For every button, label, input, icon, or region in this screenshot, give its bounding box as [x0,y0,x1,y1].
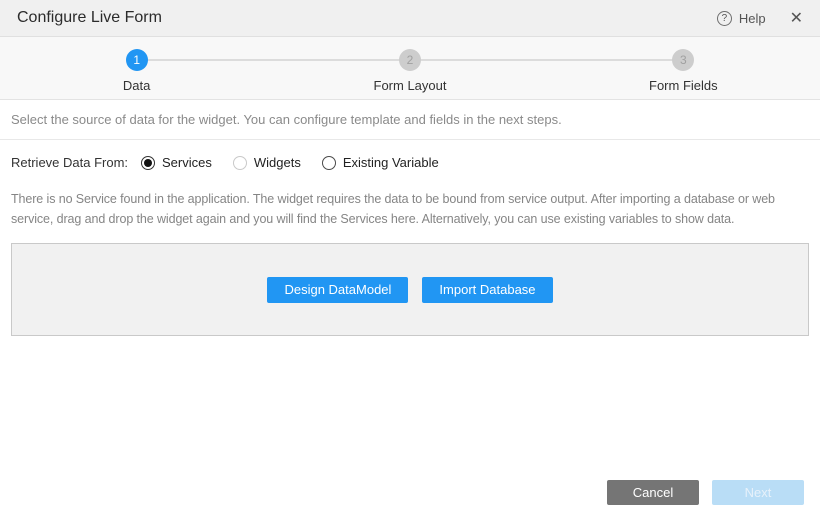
radio-widgets-label: Widgets [254,155,301,170]
step-form-layout[interactable]: 2 Form Layout [273,49,546,99]
retrieve-data-label: Retrieve Data From: [11,155,141,170]
close-icon[interactable]: ✕ [790,8,803,28]
header-actions: ? Help ✕ [717,8,803,28]
step-form-fields[interactable]: 3 Form Fields [547,49,820,99]
dialog-footer: Cancel Next [607,480,804,505]
step-2-label: Form Layout [374,78,447,93]
radio-existing-variable-icon[interactable] [322,156,336,170]
cancel-button[interactable]: Cancel [607,480,699,505]
next-button[interactable]: Next [712,480,804,505]
radio-services-selected-icon[interactable] [141,156,155,170]
design-datamodel-button[interactable]: Design DataModel [267,277,408,303]
radio-existing-variable-label: Existing Variable [343,155,439,170]
dialog-title: Configure Live Form [17,9,717,27]
data-source-radio-group: Services Widgets Existing Variable [141,155,439,170]
step-2-circle: 2 [399,49,421,71]
radio-widgets-disabled-icon [233,156,247,170]
help-link[interactable]: Help [739,11,766,26]
radio-option-services[interactable]: Services [141,155,212,170]
import-database-button[interactable]: Import Database [422,277,552,303]
no-service-message: There is no Service found in the applica… [11,189,809,229]
step-1-circle: 1 [126,49,148,71]
radio-option-existing-variable[interactable]: Existing Variable [322,155,439,170]
help-icon[interactable]: ? [717,11,732,26]
wizard-stepper: 1 Data 2 Form Layout 3 Form Fields [0,37,820,100]
radio-option-widgets: Widgets [233,155,301,170]
radio-services-label: Services [162,155,212,170]
retrieve-data-row: Retrieve Data From: Services Widgets Exi… [0,140,820,170]
step-data[interactable]: 1 Data [0,49,273,99]
configure-live-form-dialog: Configure Live Form ? Help ✕ 1 Data 2 Fo… [0,0,820,521]
instruction-text: Select the source of data for the widget… [0,100,820,140]
empty-service-panel: Design DataModel Import Database [11,243,809,336]
step-1-label: Data [123,78,150,93]
step-3-label: Form Fields [649,78,718,93]
step-3-circle: 3 [672,49,694,71]
dialog-header: Configure Live Form ? Help ✕ [0,0,820,37]
